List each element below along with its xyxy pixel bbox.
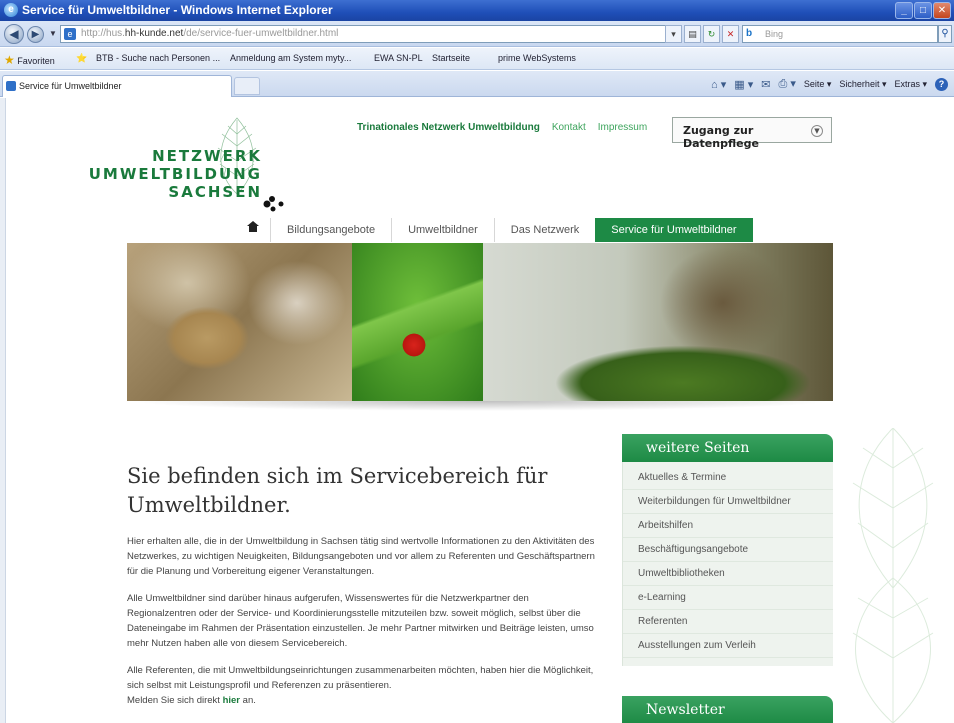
star-icon: ★	[4, 53, 15, 67]
banner-image-ladybug	[352, 243, 483, 401]
sidebar-item-elearning[interactable]: e-Learning	[623, 586, 833, 610]
nav-item-bildungsangebote[interactable]: Bildungsangebote	[270, 218, 391, 242]
bing-icon: b	[746, 28, 753, 39]
referenten-paragraph: Alle Referenten, die mit Umweltbildungse…	[127, 665, 594, 706]
sidebar-item-weiterbildungen[interactable]: Weiterbildungen für Umweltbildner	[623, 490, 833, 514]
window-title: Service für Umweltbildner - Windows Inte…	[22, 3, 333, 17]
sidebar-item-referenten[interactable]: Referenten	[623, 610, 833, 634]
search-icon[interactable]: ⚲	[938, 25, 952, 43]
favorites-bar: ★ Favoriten ⭐ BTB - Suche nach Personen …	[0, 48, 954, 70]
window-titlebar: e Service für Umweltbildner - Windows In…	[0, 0, 954, 21]
trinational-network-link[interactable]: Trinationales Netzwerk Umweltbildung	[357, 122, 540, 133]
ladybug-spots	[263, 196, 284, 212]
feeds-icon[interactable]: ▦ ▾	[734, 78, 753, 91]
newsletter-heading[interactable]: Newsletter	[622, 696, 833, 723]
new-tab-button[interactable]	[234, 77, 260, 95]
url-domain: hh-kunde.net	[124, 28, 184, 39]
favorites-button[interactable]: ★ Favoriten	[4, 53, 55, 67]
intro-paragraph: Hier erhalten alle, die in der Umweltbil…	[127, 536, 595, 577]
add-favorite-icon[interactable]: ⭐	[76, 53, 87, 64]
main-content: Sie befinden sich im Servicebereich für …	[127, 462, 597, 720]
datenpflege-button[interactable]: Zugang zur Datenpflege ▼	[672, 117, 832, 150]
sidebar-item-bibliotheken[interactable]: Umweltbibliotheken	[623, 562, 833, 586]
sidebar-item-aktuelles[interactable]: Aktuelles & Termine	[623, 466, 833, 490]
ie-icon: e	[4, 3, 18, 17]
command-bar: ⌂ ▾ ▦ ▾ ✉ ⎙ ▾ Seite ▾ Sicherheit ▾ Extra…	[711, 77, 948, 91]
maximize-button[interactable]: □	[914, 2, 932, 19]
mail-icon[interactable]: ✉	[761, 78, 770, 91]
banner-shadow	[127, 401, 833, 411]
banner-image-autumn-leaves	[127, 243, 352, 401]
logo-line-1: NETZWERK	[152, 147, 262, 165]
favorite-link[interactable]: Anmeldung am System myty...	[230, 53, 351, 63]
nav-item-das-netzwerk[interactable]: Das Netzwerk	[493, 218, 595, 242]
home-icon[interactable]: ⌂ ▾	[711, 78, 726, 91]
url-tools: ▾ ▤ ↻ ✕	[665, 25, 739, 43]
page-title: Sie befinden sich im Servicebereich für …	[127, 464, 548, 517]
nav-item-umweltbildner[interactable]: Umweltbildner	[391, 218, 494, 242]
command-security[interactable]: Sicherheit ▾	[839, 79, 886, 90]
window-edge	[0, 98, 6, 723]
logo-line-3: SACHSEN	[168, 183, 262, 201]
compatibility-icon[interactable]: ▤	[684, 25, 701, 43]
favorite-link[interactable]: Startseite	[432, 53, 470, 63]
minimize-button[interactable]: _	[895, 2, 913, 19]
sidebar-title: weitere Seiten	[622, 434, 833, 462]
address-dropdown-icon[interactable]: ▾	[665, 25, 682, 43]
print-icon[interactable]: ⎙ ▾	[778, 77, 795, 91]
sidebar-item-beschaeftigung[interactable]: Beschäftigungsangebote	[623, 538, 833, 562]
sidebar-item-ausstellungen[interactable]: Ausstellungen zum Verleih	[623, 634, 833, 658]
refresh-icon[interactable]: ↻	[703, 25, 720, 43]
close-window-button[interactable]: ✕	[933, 2, 951, 19]
home-icon	[247, 221, 259, 235]
address-input[interactable]: e http://hus.hh-kunde.net/de/service-fue…	[60, 25, 680, 43]
address-toolbar: ◀ ▶ ▼ e http://hus.hh-kunde.net/de/servi…	[0, 21, 954, 47]
chevron-down-icon: ▼	[811, 125, 823, 137]
register-here-link[interactable]: hier	[223, 695, 240, 706]
home-link[interactable]	[236, 218, 270, 242]
sidebar: weitere Seiten Aktuelles & Termine Weite…	[622, 434, 833, 666]
favorite-link[interactable]: BTB - Suche nach Personen ...	[96, 53, 220, 63]
tab-label: Service für Umweltbildner	[19, 81, 122, 91]
search-input[interactable]: b Bing	[742, 25, 938, 43]
decorative-leaf-pattern	[852, 428, 934, 723]
favorite-link[interactable]: prime WebSystems	[498, 53, 576, 63]
page-icon	[6, 81, 16, 91]
history-dropdown-icon[interactable]: ▼	[49, 29, 57, 38]
browser-tab[interactable]: Service für Umweltbildner	[2, 75, 232, 97]
call-paragraph: Alle Umweltbildner sind darüber hinaus a…	[127, 593, 594, 649]
command-page[interactable]: Seite ▾	[804, 79, 832, 90]
datenpflege-label: Zugang zur Datenpflege	[683, 124, 759, 150]
kontakt-link[interactable]: Kontakt	[552, 122, 586, 133]
command-extras[interactable]: Extras ▾	[894, 79, 927, 90]
sidebar-item-arbeitshilfen[interactable]: Arbeitshilfen	[623, 514, 833, 538]
top-links: Trinationales Netzwerk Umweltbildung Kon…	[357, 122, 647, 133]
window-controls: _ □ ✕	[895, 2, 951, 19]
sidebar-list: Aktuelles & Termine Weiterbildungen für …	[622, 462, 833, 666]
main-navigation: Bildungsangebote Umweltbildner Das Netzw…	[236, 218, 753, 242]
tab-bar: Service für Umweltbildner ⌂ ▾ ▦ ▾ ✉ ⎙ ▾ …	[0, 71, 954, 97]
logo-line-2: UMWELTBILDUNG	[88, 165, 262, 183]
favorite-link[interactable]: EWA SN-PL	[374, 53, 423, 63]
search-placeholder: Bing	[765, 29, 784, 39]
header-banner	[127, 243, 833, 401]
back-arrow-icon[interactable]: ◀	[4, 24, 24, 44]
impressum-link[interactable]: Impressum	[598, 122, 647, 133]
page-icon: e	[64, 28, 76, 40]
site-logo[interactable]: NETZWERK UMWELTBILDUNG SACHSEN	[89, 116, 290, 201]
url-text: http://hus.hh-kunde.net/de/service-fuer-…	[81, 28, 339, 39]
help-icon[interactable]: ?	[935, 77, 948, 91]
banner-image-mossy-tree	[483, 243, 833, 401]
page-viewport: NETZWERK UMWELTBILDUNG SACHSEN Trination…	[0, 98, 954, 723]
forward-arrow-icon[interactable]: ▶	[27, 26, 44, 43]
stop-icon[interactable]: ✕	[722, 25, 739, 43]
nav-item-service[interactable]: Service für Umweltbildner	[595, 218, 753, 242]
